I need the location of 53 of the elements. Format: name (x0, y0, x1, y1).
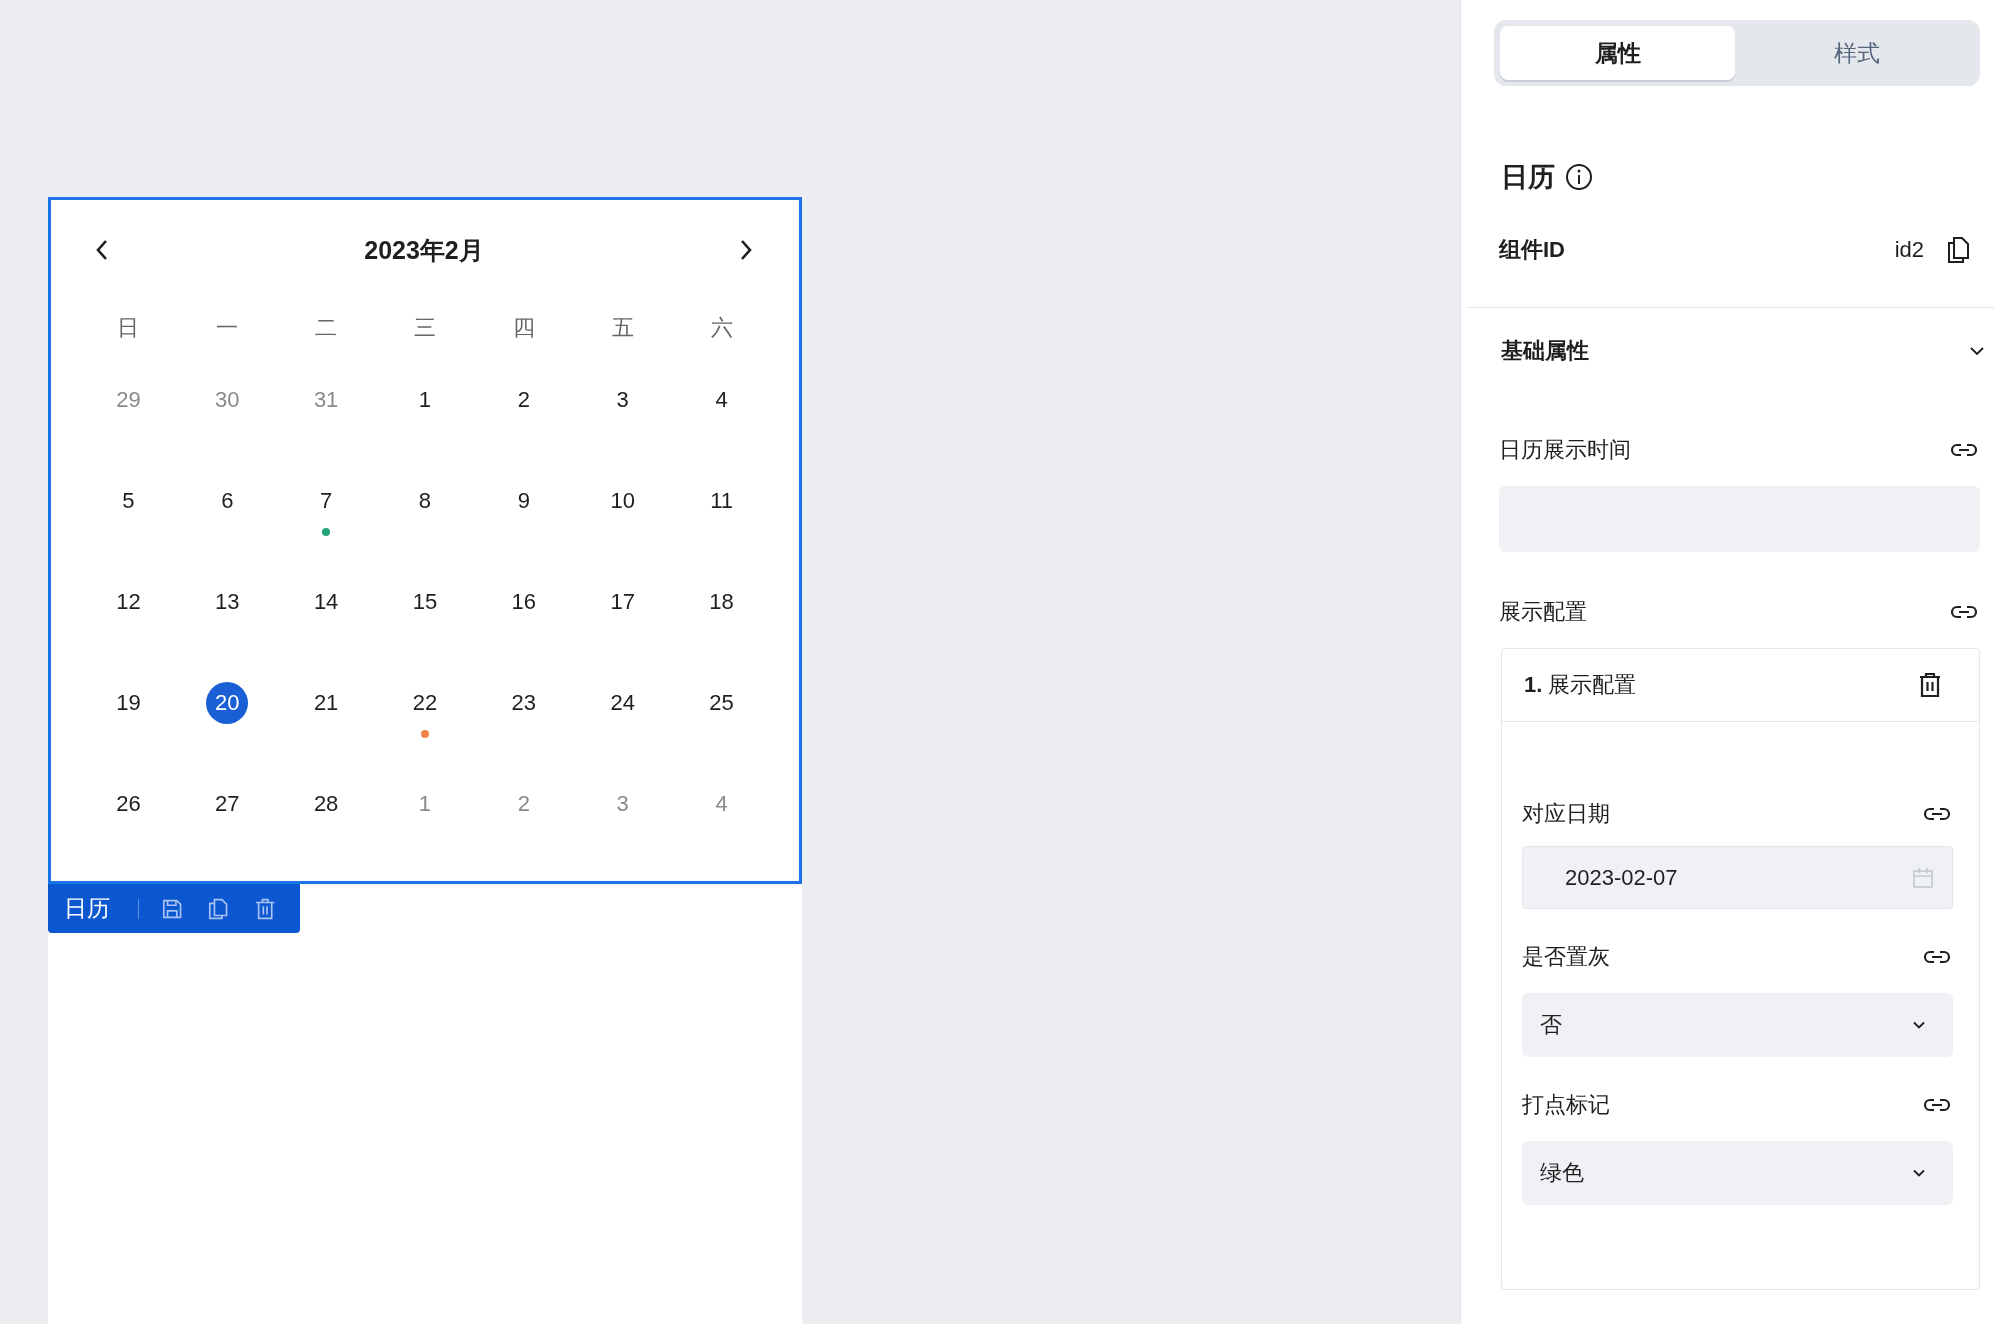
day-number[interactable]: 17 (601, 581, 644, 623)
day-number[interactable]: 4 (700, 379, 743, 421)
day-number[interactable]: 26 (107, 783, 150, 825)
weekday-label: 二 (314, 314, 339, 342)
day-number[interactable]: 11 (700, 480, 743, 522)
day-number[interactable]: 13 (206, 581, 249, 623)
day-number[interactable]: 21 (305, 682, 348, 724)
month-title: 2023年2月 (364, 234, 484, 266)
tab[interactable]: 样式 (1739, 26, 1974, 80)
day-number[interactable]: 18 (700, 581, 743, 623)
dropdown-select[interactable]: 绿色 (1522, 1141, 1953, 1205)
weekday-label: 五 (610, 314, 635, 342)
day-number[interactable]: 25 (700, 682, 743, 724)
day-number[interactable]: 28 (305, 783, 348, 825)
day-number[interactable]: 8 (404, 480, 446, 522)
field-label: 组件ID (1499, 236, 1565, 264)
weekday-label: 三 (413, 314, 437, 342)
day-number[interactable]: 3 (601, 379, 644, 421)
toolbar-label: 日历 (64, 894, 110, 923)
field-label: 打点标记 (1522, 1091, 1610, 1119)
day-number[interactable]: 2 (502, 379, 545, 421)
weekday-label: 一 (215, 314, 240, 342)
field-label: 日历展示时间 (1499, 436, 1631, 464)
component-id-value: id2 (1894, 237, 1924, 263)
day-number[interactable]: 27 (206, 783, 249, 825)
weekday-label: 四 (511, 314, 536, 342)
day-number[interactable]: 15 (404, 581, 446, 623)
day-number[interactable]: 16 (502, 581, 545, 623)
day-number[interactable]: 1 (404, 379, 446, 421)
day-number[interactable]: 22 (404, 682, 446, 724)
date-picker-field[interactable]: 2023-02-07 (1522, 846, 1953, 909)
day-number[interactable]: 7 (305, 480, 348, 522)
day-number[interactable]: 12 (107, 581, 150, 623)
day-number[interactable]: 20 (206, 682, 249, 724)
day-number[interactable]: 10 (601, 480, 644, 522)
tab[interactable]: 属性 (1500, 26, 1735, 80)
day-number[interactable]: 4 (700, 783, 743, 825)
field-label: 对应日期 (1522, 800, 1610, 828)
component-title: 日历 (1501, 161, 1555, 194)
config-item-title: 1. 展示配置 (1524, 671, 1637, 699)
field-label: 是否置灰 (1522, 943, 1610, 971)
section-title[interactable]: 基础属性 (1501, 336, 1589, 366)
day-number[interactable]: 5 (107, 480, 150, 522)
weekday-label: 六 (709, 314, 734, 342)
weekday-label: 日 (116, 314, 141, 342)
day-number[interactable]: 19 (107, 682, 150, 724)
day-number[interactable]: 6 (206, 480, 249, 522)
day-number[interactable]: 24 (601, 682, 644, 724)
field-label: 展示配置 (1499, 598, 1587, 626)
dropdown-select[interactable]: 否 (1522, 993, 1953, 1057)
day-number[interactable]: 23 (502, 682, 545, 724)
day-number[interactable]: 9 (502, 480, 545, 522)
day-number[interactable]: 14 (305, 581, 348, 623)
